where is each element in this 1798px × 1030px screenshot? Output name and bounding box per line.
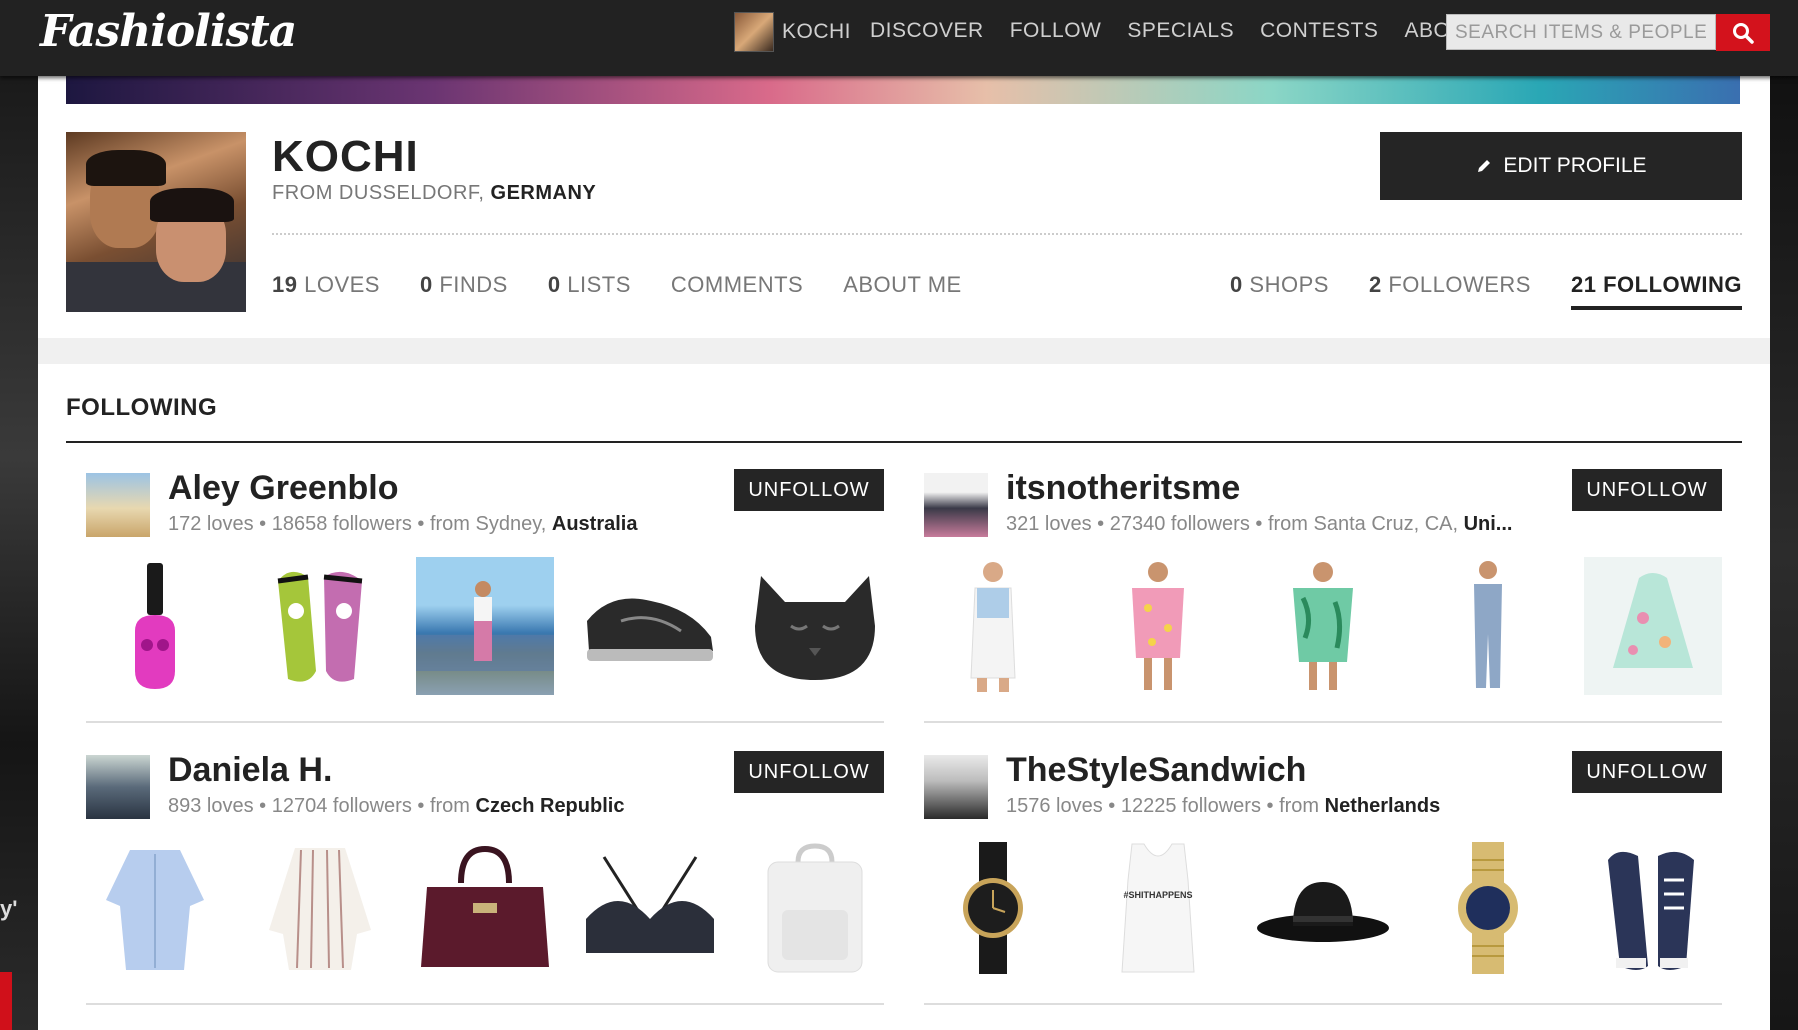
item-zombie-sneakers[interactable] (251, 557, 389, 695)
item-white-backpack[interactable] (746, 839, 884, 977)
nav-link-contests[interactable]: CONTESTS (1260, 19, 1378, 43)
background-red-strip (0, 972, 12, 1030)
profile-name: KOCHI (272, 132, 419, 181)
user-name[interactable]: TheStyleSandwich (1006, 751, 1306, 790)
nav-link-discover[interactable]: DISCOVER (870, 19, 984, 43)
user-items (86, 839, 884, 979)
divider (272, 233, 1742, 235)
user-name[interactable]: itsnotheritsme (1006, 469, 1240, 508)
user-meta: 321 loves • 27340 followers • from Santa… (1006, 513, 1513, 535)
item-gold-watch[interactable] (1419, 839, 1557, 977)
profile-banner (66, 76, 1740, 104)
stat-following[interactable]: 21 FOLLOWING (1570, 272, 1742, 310)
item-striped-shirt[interactable] (251, 839, 389, 977)
user-meta: 172 loves • 18658 followers • from Sydne… (168, 513, 638, 535)
user-location[interactable]: Netherlands (1325, 795, 1441, 817)
nav-user-avatar[interactable] (734, 12, 774, 52)
user-meta: 893 loves • 12704 followers • from Czech… (168, 795, 625, 817)
card-divider (924, 1003, 1722, 1005)
user-items: #SHITHAPPENS (924, 839, 1722, 979)
item-burgundy-bag[interactable] (416, 839, 554, 977)
profile-stats-left: 19 LOVES 0 FINDS 0 LISTS COMMENTS ABOUT … (272, 272, 962, 306)
profile-avatar (66, 132, 246, 312)
unfollow-button[interactable]: UNFOLLOW (734, 469, 884, 511)
following-card: TheStyleSandwich 1576 loves • 12225 foll… (924, 751, 1722, 1009)
stat-followers[interactable]: 2 FOLLOWERS (1369, 272, 1531, 310)
unfollow-button[interactable]: UNFOLLOW (1572, 469, 1722, 511)
profile-city: FROM DUSSELDORF, (272, 182, 485, 204)
item-floral-dress[interactable] (1584, 557, 1722, 695)
card-divider (86, 1003, 884, 1005)
item-pink-dress[interactable] (1089, 557, 1227, 695)
item-nail-polish[interactable] (86, 557, 224, 695)
user-avatar[interactable] (86, 473, 150, 537)
item-blue-shirt[interactable] (86, 839, 224, 977)
search-input[interactable]: SEARCH ITEMS & PEOPLE (1446, 14, 1716, 50)
edit-profile-button[interactable]: EDIT PROFILE (1380, 132, 1742, 200)
item-cat-handbag[interactable] (746, 557, 884, 695)
section-rule (66, 441, 1742, 443)
nav-link-specials[interactable]: SPECIALS (1127, 19, 1234, 43)
following-card: Daniela H. 893 loves • 12704 followers •… (86, 751, 884, 1009)
unfollow-button[interactable]: UNFOLLOW (1572, 751, 1722, 793)
item-black-watch[interactable] (924, 839, 1062, 977)
user-location[interactable]: Australia (552, 513, 638, 535)
item-tank-top[interactable]: #SHITHAPPENS (1089, 839, 1227, 977)
unfollow-button[interactable]: UNFOLLOW (734, 751, 884, 793)
user-name[interactable]: Daniela H. (168, 751, 332, 790)
item-wide-brim-hat[interactable] (1254, 839, 1392, 977)
search-button[interactable] (1716, 14, 1770, 51)
following-card: itsnotheritsme 321 loves • 27340 followe… (924, 469, 1722, 727)
profile-stats-right: 0 SHOPS 2 FOLLOWERS 21 FOLLOWING (1230, 272, 1742, 310)
stat-finds[interactable]: 0 FINDS (420, 272, 508, 306)
item-tropical-dress[interactable] (1254, 557, 1392, 695)
nav-user-menu[interactable]: KOCHI (734, 12, 851, 52)
stat-shops[interactable]: 0 SHOPS (1230, 272, 1329, 310)
stat-lists[interactable]: 0 LISTS (548, 272, 631, 306)
top-navigation: Fashiolista KOCHI DISCOVER FOLLOW SPECIA… (0, 0, 1798, 76)
item-denim-jumpsuit[interactable] (1419, 557, 1557, 695)
stat-loves[interactable]: 19 LOVES (272, 272, 380, 306)
background-text: y' (0, 896, 18, 921)
nav-user-name[interactable]: KOCHI (782, 20, 851, 44)
card-divider (924, 721, 1722, 723)
profile-country[interactable]: GERMANY (491, 182, 597, 204)
fashiolista-logo[interactable]: Fashiolista (40, 6, 297, 57)
following-card: Aley Greenblo 172 loves • 18658 follower… (86, 469, 884, 727)
nav-link-follow[interactable]: FOLLOW (1010, 19, 1102, 43)
item-running-sneaker[interactable] (581, 557, 719, 695)
user-avatar[interactable] (924, 755, 988, 819)
user-name[interactable]: Aley Greenblo (168, 469, 399, 508)
user-avatar[interactable] (924, 473, 988, 537)
main-panel: KOCHI FROM DUSSELDORF, GERMANY EDIT PROF… (38, 76, 1770, 1030)
pencil-icon (1478, 160, 1491, 172)
item-navy-sneakers[interactable] (1584, 839, 1722, 977)
profile-location: FROM DUSSELDORF, GERMANY (272, 182, 596, 205)
item-lace-bralette[interactable] (581, 839, 719, 977)
user-location[interactable]: Czech Republic (476, 795, 625, 817)
nav-links: DISCOVER FOLLOW SPECIALS CONTESTS ABOUT (870, 19, 1479, 43)
section-separator (38, 338, 1770, 364)
background-photo-right (1770, 76, 1798, 1030)
edit-profile-label: EDIT PROFILE (1503, 154, 1647, 177)
search-icon (1733, 22, 1754, 44)
user-items (924, 557, 1722, 697)
background-photo-left: y' (0, 76, 38, 1030)
item-white-overalls[interactable] (924, 557, 1062, 695)
item-street-style-photo[interactable] (416, 557, 554, 695)
user-location[interactable]: Uni... (1464, 513, 1513, 535)
stat-comments[interactable]: COMMENTS (671, 272, 803, 306)
following-section-title: FOLLOWING (66, 394, 218, 421)
tank-top-print: #SHITHAPPENS (1123, 890, 1192, 900)
user-items (86, 557, 884, 697)
user-avatar[interactable] (86, 755, 150, 819)
stat-about-me[interactable]: ABOUT ME (843, 272, 962, 306)
user-meta: 1576 loves • 12225 followers • from Neth… (1006, 795, 1441, 817)
card-divider (86, 721, 884, 723)
